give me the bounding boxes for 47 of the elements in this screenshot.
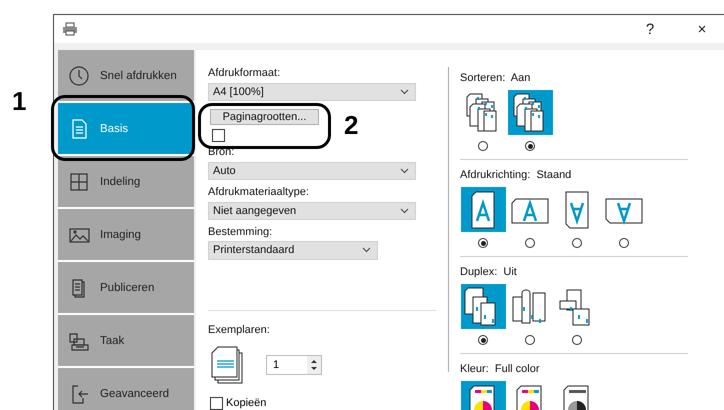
printer-icon bbox=[62, 22, 78, 36]
sidebar-tab[interactable]: Snel afdrukken bbox=[58, 50, 194, 101]
callout-number: 2 bbox=[344, 110, 358, 141]
field-label: Bestemming: bbox=[208, 226, 274, 238]
radio-button[interactable] bbox=[572, 238, 582, 248]
radio-button[interactable] bbox=[478, 238, 488, 248]
chevron-down-icon bbox=[400, 168, 409, 174]
help-button[interactable]: ? bbox=[628, 16, 672, 42]
radio-button[interactable] bbox=[525, 238, 535, 248]
sidebar-tab[interactable]: Publiceren bbox=[58, 262, 194, 313]
spin-arrows-icon[interactable] bbox=[307, 356, 321, 374]
dropdown[interactable]: A4 [100%] bbox=[208, 82, 416, 101]
checkbox[interactable] bbox=[210, 396, 223, 410]
close-button[interactable]: × bbox=[680, 16, 724, 42]
setting-label: Sorteren: Aan bbox=[460, 72, 532, 86]
setting-label: Afdrukrichting: Staand bbox=[460, 169, 572, 183]
callout-number: 1 bbox=[12, 86, 26, 117]
checkbox[interactable] bbox=[212, 129, 225, 142]
chevron-down-icon bbox=[400, 88, 409, 95]
chevron-down-icon bbox=[362, 247, 371, 254]
field-label: Afdrukmateriaaltype: bbox=[208, 186, 310, 199]
option-tile[interactable] bbox=[508, 90, 552, 135]
setting-label: Kleur: Full color bbox=[460, 363, 540, 377]
field-label: Afdrukformaat: bbox=[208, 67, 282, 80]
sidebar-tab[interactable]: Indeling bbox=[58, 156, 194, 207]
radio-button[interactable] bbox=[478, 141, 488, 151]
page-sizes-button[interactable]: Paginagrootten... bbox=[210, 108, 319, 126]
copies-spin-field[interactable]: 1 bbox=[266, 354, 322, 375]
option-tile[interactable] bbox=[460, 187, 506, 232]
checkbox-label: Kopieën bbox=[226, 397, 266, 410]
radio-button[interactable] bbox=[525, 141, 535, 151]
clock-icon bbox=[68, 64, 90, 86]
dropdown[interactable]: Auto bbox=[208, 162, 416, 180]
sidebar-tab[interactable]: Geavanceerd bbox=[58, 368, 194, 410]
setting-label: Duplex: Uit bbox=[460, 266, 518, 280]
sidebar-tab[interactable]: Taak bbox=[58, 315, 194, 366]
radio-button[interactable] bbox=[525, 335, 535, 345]
radio-button[interactable] bbox=[478, 335, 488, 345]
sidebar-tab[interactable]: Imaging bbox=[58, 209, 194, 260]
grid-icon bbox=[68, 170, 90, 192]
option-tile[interactable] bbox=[460, 284, 506, 329]
chevron-down-icon bbox=[400, 208, 409, 214]
radio-button[interactable] bbox=[572, 335, 582, 345]
dropdown[interactable]: Printerstandaard bbox=[208, 241, 378, 260]
radio-button[interactable] bbox=[619, 238, 629, 248]
field-label: Exemplaren: bbox=[208, 324, 271, 337]
dropdown[interactable]: Niet aangegeven bbox=[208, 202, 416, 220]
